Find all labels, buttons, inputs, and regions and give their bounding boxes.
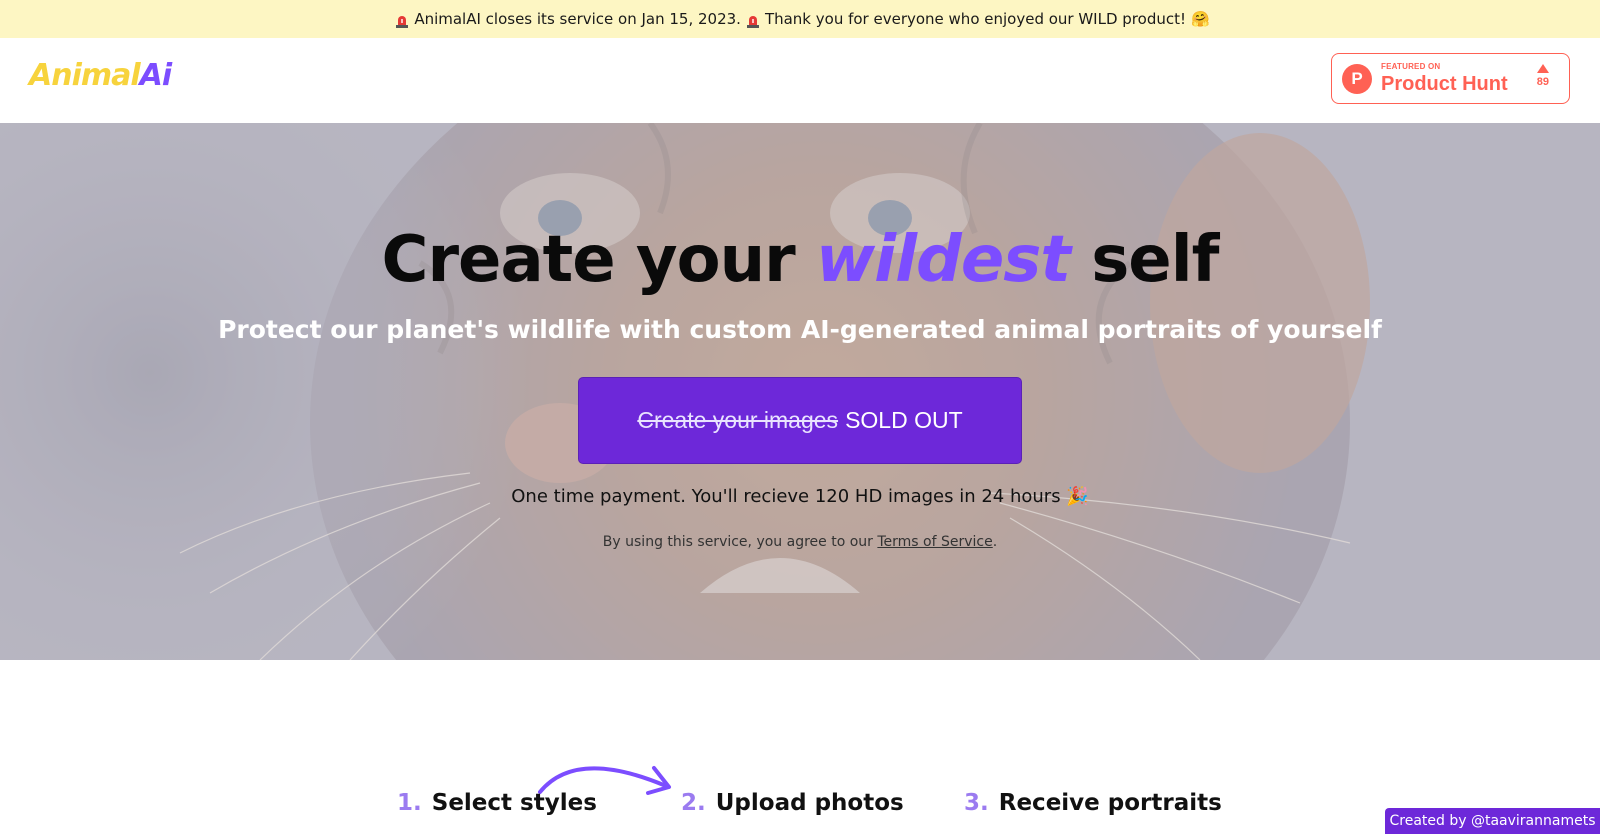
cta-sold-out-label: SOLD OUT [845,407,963,433]
announcement-banner: AnimalAI closes its service on Jan 15, 2… [0,0,1600,38]
create-images-button[interactable]: Create your images SOLD OUT [578,377,1022,464]
logo-text-animal: Animal [29,58,141,93]
step-select-styles: 1. Select styles [397,790,597,816]
step-upload-photos: 2. Upload photos [681,790,904,816]
site-header: AnimalAi P FEATURED ON Product Hunt 89 [0,38,1600,123]
producthunt-featured-label: FEATURED ON [1381,62,1441,71]
producthunt-votes: 89 [1537,64,1549,88]
payment-note: One time payment. You'll recieve 120 HD … [511,486,1089,507]
step-receive-portraits: 3. Receive portraits [964,790,1222,816]
banner-text-before: AnimalAI closes its service on Jan 15, 2… [414,10,741,28]
siren-icon [746,16,759,28]
upvote-triangle-icon [1536,64,1549,73]
producthunt-badge[interactable]: P FEATURED ON Product Hunt 89 [1331,53,1570,104]
step-label: Select styles [431,790,597,816]
terms-suffix: . [992,534,998,550]
producthunt-vote-count: 89 [1536,76,1549,88]
step-number: 3. [964,790,989,816]
terms-prefix: By using this service, you agree to our [602,534,878,550]
producthunt-name: Product Hunt [1381,73,1508,95]
hero-title-before: Create your [381,223,817,297]
step-number: 1. [397,790,422,816]
step-label: Receive portraits [998,790,1222,816]
hero-title: Create your wildest self [0,223,1600,297]
step-label: Upload photos [715,790,904,816]
hero-title-highlight: wildest [816,223,1071,297]
hero-subtitle: Protect our planet's wildlife with custo… [218,315,1382,344]
cta-strikethrough-label: Create your images [637,407,839,433]
hugging-face-emoji-icon: 🤗 [1191,10,1210,28]
hero-section: Create your wildest self Protect our pla… [0,123,1600,660]
step-number: 2. [681,790,706,816]
terms-note: By using this service, you agree to our … [0,534,1600,550]
logo-text-ai: Ai [139,58,173,93]
creator-credit-link[interactable]: Created by @taavirannamets [1385,808,1600,834]
animalai-logo[interactable]: AnimalAi [29,58,173,93]
banner-text-after: Thank you for everyone who enjoyed our W… [764,10,1186,28]
producthunt-logo-icon: P [1342,63,1372,94]
steps-list: 1. Select styles 2. Upload photos 3. Receiv… [0,790,1600,834]
terms-of-service-link[interactable]: Terms of Service [877,534,992,550]
hero-title-after: self [1069,223,1219,297]
siren-icon [396,16,409,28]
